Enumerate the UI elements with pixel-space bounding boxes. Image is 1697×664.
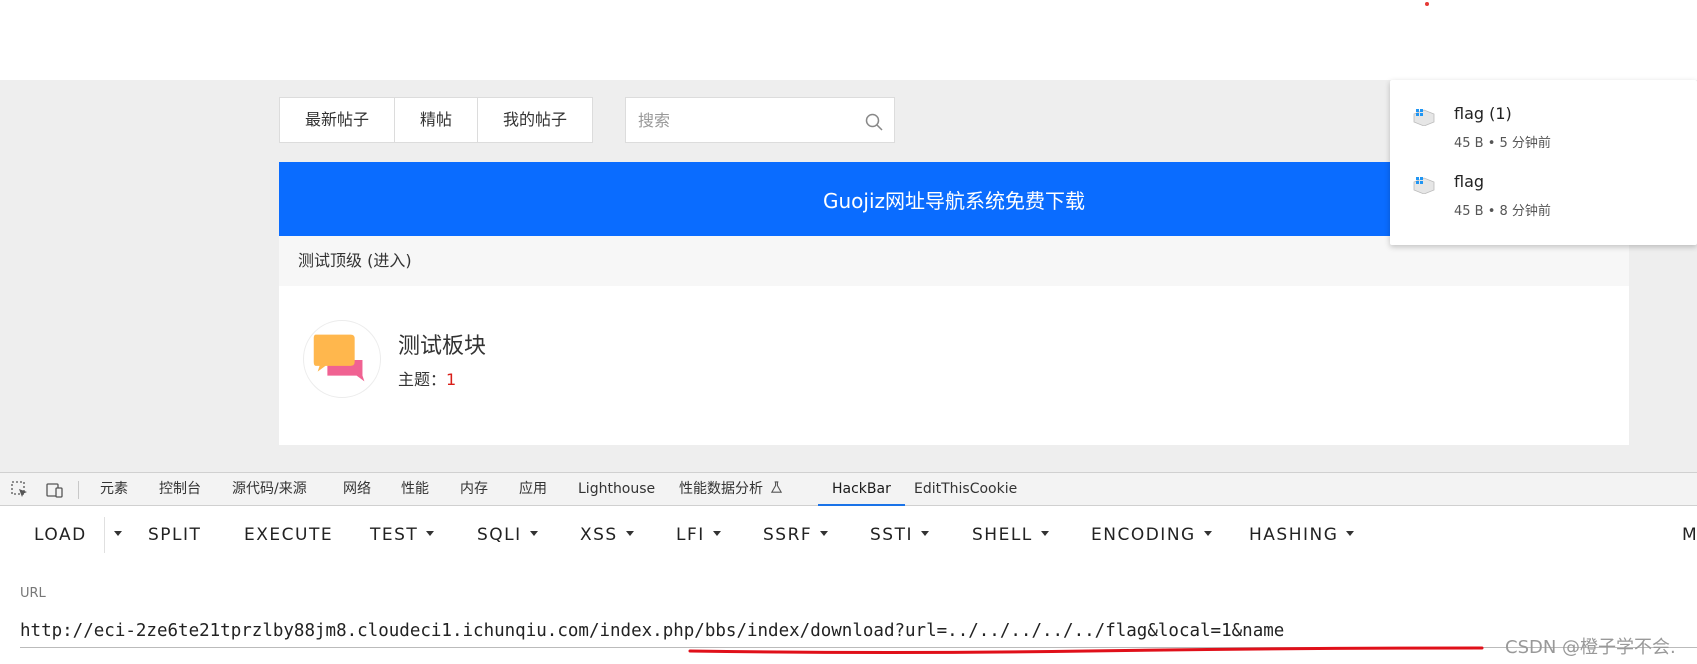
forum-avatar xyxy=(303,320,381,398)
forum-topics: 主题：1 xyxy=(398,366,456,390)
load-divider xyxy=(104,517,105,553)
url-label: URL xyxy=(20,586,46,601)
tab-performance-insights-label: 性能数据分析 xyxy=(679,481,763,497)
sqli-menu-label: SQLI xyxy=(477,525,522,545)
test-menu-label: TEST xyxy=(370,525,419,545)
toolbar-divider xyxy=(78,481,79,499)
load-dropdown-button[interactable] xyxy=(106,507,122,563)
chat-bubbles-icon xyxy=(313,334,365,382)
lfi-menu-label: LFI xyxy=(676,525,705,545)
downloads-popup: flag (1) 45 B • 5 分钟前 flag 45 B • 8 分钟前 xyxy=(1390,80,1697,245)
topics-count: 1 xyxy=(446,370,457,389)
caret-down-icon xyxy=(529,530,538,536)
tab-lighthouse[interactable]: Lighthouse xyxy=(578,473,655,506)
devtools-tab-bar: 元素 控制台 源代码/来源 网络 性能 内存 应用 Lighthouse 性能数… xyxy=(0,472,1697,506)
file-icon xyxy=(1413,109,1435,126)
tab-performance-insights[interactable]: 性能数据分析 xyxy=(679,473,783,506)
download-meta: 45 B • 8 分钟前 xyxy=(1454,204,1551,219)
hackbar-toolbar: LOAD SPLIT EXECUTE TEST SQLI XSS LFI SSR… xyxy=(0,507,1697,563)
ssrf-menu-label: SSRF xyxy=(763,525,813,545)
topics-label: 主题： xyxy=(398,370,447,389)
tab-my-posts[interactable]: 我的帖子 xyxy=(478,98,592,142)
red-dot xyxy=(1425,2,1429,6)
tab-latest-posts[interactable]: 最新帖子 xyxy=(280,98,396,142)
flask-icon xyxy=(770,481,783,493)
download-name: flag (1) xyxy=(1454,104,1512,123)
banner-text: Guojiz网址导航系统免费下载 xyxy=(822,188,1086,213)
ssrf-menu-button[interactable]: SSRF xyxy=(763,507,829,563)
split-button[interactable]: SPLIT xyxy=(148,507,201,563)
hashing-menu-label: HASHING xyxy=(1249,525,1339,545)
caret-down-icon xyxy=(1203,530,1212,536)
tab-featured-posts[interactable]: 精帖 xyxy=(395,98,479,142)
caret-down-icon xyxy=(625,530,634,536)
download-item[interactable]: flag (1) 45 B • 5 分钟前 xyxy=(1390,80,1697,151)
caret-down-icon xyxy=(114,530,122,536)
sqli-menu-button[interactable]: SQLI xyxy=(477,507,538,563)
shell-menu-button[interactable]: SHELL xyxy=(972,507,1049,563)
encoding-menu-button[interactable]: ENCODING xyxy=(1091,507,1212,563)
encoding-menu-label: ENCODING xyxy=(1091,525,1196,545)
forum-card: 测试板块 主题：1 xyxy=(279,286,1629,445)
top-strip xyxy=(0,0,1697,80)
forum-title[interactable]: 测试板块 xyxy=(398,328,486,360)
caret-down-icon xyxy=(426,530,435,536)
ssti-menu-label: SSTI xyxy=(870,525,913,545)
tab-elements[interactable]: 元素 xyxy=(100,473,128,506)
url-input[interactable] xyxy=(20,614,1697,648)
tab-application[interactable]: 应用 xyxy=(519,473,547,506)
tab-hackbar[interactable]: HackBar xyxy=(818,473,905,506)
caret-down-icon xyxy=(1346,530,1355,536)
inspect-element-icon[interactable] xyxy=(11,481,29,499)
caret-down-icon xyxy=(1040,530,1049,536)
xss-menu-button[interactable]: XSS xyxy=(580,507,634,563)
section-title: 测试顶级 (进入) xyxy=(298,251,412,270)
download-item[interactable]: flag 45 B • 8 分钟前 xyxy=(1390,148,1697,219)
tab-editthiscookie[interactable]: EditThisCookie xyxy=(914,473,1017,506)
ssti-menu-button[interactable]: SSTI xyxy=(870,507,929,563)
watermark: CSDN @橙子学不会. xyxy=(1505,637,1676,658)
execute-button[interactable]: EXECUTE xyxy=(244,507,333,563)
tab-console[interactable]: 控制台 xyxy=(159,473,201,506)
caret-down-icon xyxy=(712,530,721,536)
shell-menu-label: SHELL xyxy=(972,525,1033,545)
test-menu-button[interactable]: TEST xyxy=(370,507,435,563)
tab-sources[interactable]: 源代码/来源 xyxy=(232,473,307,506)
download-name: flag xyxy=(1454,172,1485,191)
tab-performance[interactable]: 性能 xyxy=(401,473,429,506)
load-button[interactable]: LOAD xyxy=(34,507,87,563)
red-annotation-underline xyxy=(688,646,1484,654)
tab-memory[interactable]: 内存 xyxy=(460,473,488,506)
xss-menu-label: XSS xyxy=(580,525,618,545)
nav-tabs: 最新帖子 精帖 我的帖子 xyxy=(279,97,594,143)
search-input[interactable] xyxy=(638,98,858,142)
more-menu-button[interactable]: M xyxy=(1682,507,1697,563)
search-box xyxy=(625,97,895,143)
tab-network[interactable]: 网络 xyxy=(343,473,371,506)
caret-down-icon xyxy=(920,530,929,536)
caret-down-icon xyxy=(820,530,829,536)
hashing-menu-button[interactable]: HASHING xyxy=(1249,507,1355,563)
search-icon[interactable] xyxy=(864,112,884,132)
lfi-menu-button[interactable]: LFI xyxy=(676,507,721,563)
file-icon xyxy=(1413,177,1435,194)
device-toolbar-icon[interactable] xyxy=(46,481,64,499)
